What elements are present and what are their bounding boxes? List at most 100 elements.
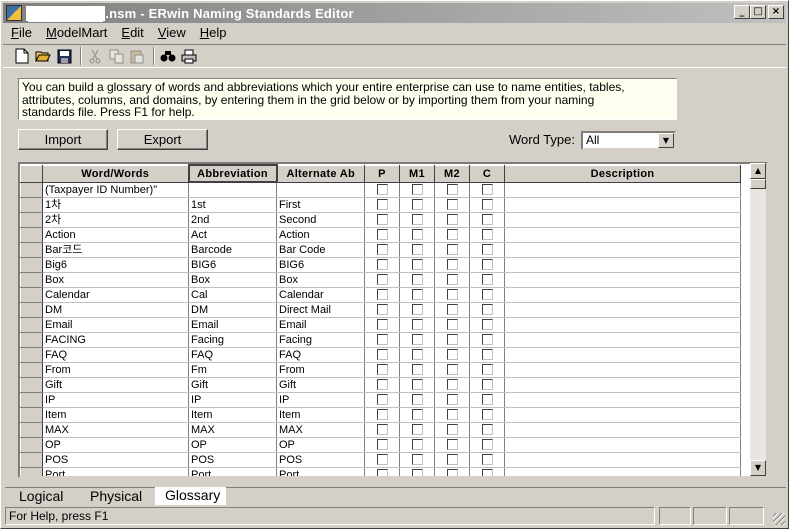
table-row[interactable]: OP OP OP [20, 436, 741, 453]
cell-alternate[interactable]: Calendar [276, 287, 365, 303]
checkbox-c[interactable] [481, 319, 493, 331]
copy-icon[interactable] [107, 47, 125, 65]
checkbox-p[interactable] [376, 439, 388, 451]
cell-alternate[interactable]: First [276, 197, 365, 213]
checkbox-p[interactable] [376, 244, 388, 256]
checkbox-m2[interactable] [446, 259, 458, 271]
checkbox-p[interactable] [376, 289, 388, 301]
row-header[interactable] [20, 271, 43, 288]
cell-description[interactable] [504, 227, 741, 243]
cell-description[interactable] [504, 182, 741, 198]
checkbox-m2[interactable] [446, 349, 458, 361]
row-header[interactable] [20, 211, 43, 228]
cell-word[interactable]: 2차 [42, 212, 189, 228]
checkbox-m1[interactable] [411, 229, 423, 241]
table-row[interactable]: From Fm From [20, 361, 741, 378]
checkbox-p[interactable] [376, 349, 388, 361]
title-bar[interactable]: ████████ .nsm - ERwin Naming Standards Ed… [3, 3, 786, 23]
checkbox-c[interactable] [481, 454, 493, 466]
cell-alternate[interactable]: Gift [276, 377, 365, 393]
table-row[interactable]: Calendar Cal Calendar [20, 286, 741, 303]
cell-description[interactable] [504, 302, 741, 318]
checkbox-m2[interactable] [446, 334, 458, 346]
cell-abbreviation[interactable]: Act [188, 227, 277, 243]
checkbox-m2[interactable] [446, 394, 458, 406]
cell-word[interactable]: DM [42, 302, 189, 318]
cell-word[interactable]: Box [42, 272, 189, 288]
row-header[interactable] [20, 376, 43, 393]
checkbox-m1[interactable] [411, 184, 423, 196]
checkbox-c[interactable] [481, 244, 493, 256]
checkbox-p[interactable] [376, 199, 388, 211]
checkbox-m1[interactable] [411, 259, 423, 271]
menu-modelmart[interactable]: ModelMart [38, 25, 113, 40]
cell-alternate[interactable]: FAQ [276, 347, 365, 363]
checkbox-c[interactable] [481, 259, 493, 271]
checkbox-m2[interactable] [446, 454, 458, 466]
table-row[interactable]: Item Item Item [20, 406, 741, 423]
cell-description[interactable] [504, 197, 741, 213]
app-icon[interactable] [6, 5, 22, 21]
cell-abbreviation[interactable]: Cal [188, 287, 277, 303]
checkbox-c[interactable] [481, 439, 493, 451]
tab-logical[interactable]: Logical [9, 488, 70, 505]
chevron-down-icon[interactable]: ▼ [658, 133, 674, 148]
cell-abbreviation[interactable]: BIG6 [188, 257, 277, 273]
checkbox-p[interactable] [376, 409, 388, 421]
cell-word[interactable]: From [42, 362, 189, 378]
cell-abbreviation[interactable]: POS [188, 452, 277, 468]
print-icon[interactable] [180, 47, 198, 65]
cell-word[interactable]: MAX [42, 422, 189, 438]
cell-word[interactable]: 1차 [42, 197, 189, 213]
row-header[interactable] [20, 301, 43, 318]
cell-description[interactable] [504, 332, 741, 348]
column-header-alternate[interactable]: Alternate Ab [276, 164, 365, 183]
row-header[interactable] [20, 256, 43, 273]
checkbox-m1[interactable] [411, 289, 423, 301]
checkbox-m1[interactable] [411, 409, 423, 421]
checkbox-m1[interactable] [411, 274, 423, 286]
checkbox-c[interactable] [481, 184, 493, 196]
cell-abbreviation[interactable]: Email [188, 317, 277, 333]
table-row[interactable]: Big6 BIG6 BIG6 [20, 256, 741, 273]
cell-abbreviation[interactable]: Gift [188, 377, 277, 393]
menu-edit[interactable]: Edit [113, 25, 149, 40]
table-row[interactable]: Box Box Box [20, 271, 741, 288]
cell-alternate[interactable]: Bar Code [276, 242, 365, 258]
checkbox-c[interactable] [481, 289, 493, 301]
cell-abbreviation[interactable]: MAX [188, 422, 277, 438]
row-header[interactable] [20, 226, 43, 243]
checkbox-c[interactable] [481, 349, 493, 361]
checkbox-m1[interactable] [411, 394, 423, 406]
table-row[interactable]: 1차 1st First [20, 196, 741, 213]
new-file-icon[interactable] [13, 47, 31, 65]
cell-abbreviation[interactable] [188, 182, 277, 198]
cell-word[interactable]: Calendar [42, 287, 189, 303]
cell-description[interactable] [504, 287, 741, 303]
row-header[interactable] [20, 451, 43, 468]
checkbox-m2[interactable] [446, 409, 458, 421]
checkbox-m2[interactable] [446, 199, 458, 211]
glossary-grid[interactable]: Word/Words Abbreviation Alternate Ab P M… [18, 162, 768, 478]
checkbox-p[interactable] [376, 394, 388, 406]
checkbox-m2[interactable] [446, 289, 458, 301]
cell-description[interactable] [504, 437, 741, 453]
row-header[interactable] [20, 436, 43, 453]
cell-alternate[interactable]: Item [276, 407, 365, 423]
cell-description[interactable] [504, 347, 741, 363]
cell-description[interactable] [504, 257, 741, 273]
cell-alternate[interactable]: Box [276, 272, 365, 288]
checkbox-c[interactable] [481, 394, 493, 406]
checkbox-m1[interactable] [411, 244, 423, 256]
checkbox-c[interactable] [481, 274, 493, 286]
row-header[interactable] [20, 241, 43, 258]
cell-word[interactable]: Gift [42, 377, 189, 393]
checkbox-m1[interactable] [411, 319, 423, 331]
checkbox-c[interactable] [481, 304, 493, 316]
checkbox-m1[interactable] [411, 349, 423, 361]
cell-alternate[interactable]: Email [276, 317, 365, 333]
checkbox-m2[interactable] [446, 364, 458, 376]
close-button[interactable]: × [768, 5, 784, 19]
checkbox-m2[interactable] [446, 379, 458, 391]
cell-word[interactable]: Big6 [42, 257, 189, 273]
